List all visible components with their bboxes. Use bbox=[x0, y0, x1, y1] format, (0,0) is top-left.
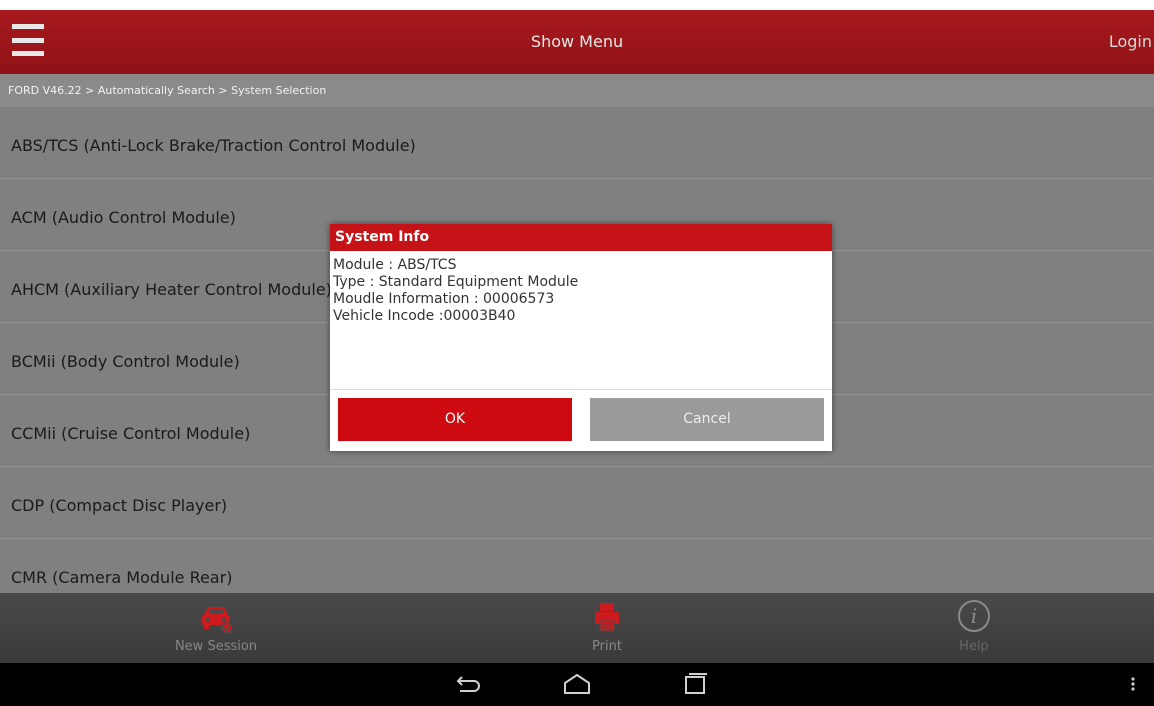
type-line: Type : Standard Equipment Module bbox=[333, 274, 579, 290]
top-bar: Show Menu Login bbox=[0, 0, 1154, 74]
printer-icon bbox=[595, 603, 619, 632]
android-nav-bar bbox=[0, 663, 1154, 706]
breadcrumb: FORD V46.22 > Automatically Search > Sys… bbox=[0, 74, 1154, 107]
list-item[interactable]: ABS/TCS (Anti-Lock Brake/Traction Contro… bbox=[0, 107, 1154, 179]
list-item[interactable]: CMR (Camera Module Rear) bbox=[0, 539, 1154, 593]
ok-button[interactable]: OK bbox=[338, 398, 572, 441]
show-menu-title[interactable]: Show Menu bbox=[0, 10, 1154, 74]
help-label: Help bbox=[959, 639, 989, 654]
print-label: Print bbox=[592, 639, 622, 654]
recents-icon[interactable] bbox=[680, 671, 710, 697]
dialog-title: System Info bbox=[330, 224, 832, 251]
car-icon bbox=[202, 607, 233, 634]
dialog-body: Module : ABS/TCS Type : Standard Equipme… bbox=[330, 251, 832, 389]
home-icon[interactable] bbox=[562, 671, 592, 697]
new-session-button[interactable]: New Session bbox=[116, 593, 316, 663]
module-line: Module : ABS/TCS bbox=[333, 257, 457, 273]
system-info-dialog: System Info Module : ABS/TCS Type : Stan… bbox=[330, 224, 832, 451]
login-link[interactable]: Login bbox=[1109, 10, 1154, 74]
new-session-label: New Session bbox=[174, 639, 258, 654]
divider bbox=[330, 389, 832, 390]
overflow-menu-icon[interactable] bbox=[1118, 671, 1148, 697]
help-button[interactable]: i Help bbox=[874, 593, 1074, 663]
back-icon[interactable] bbox=[452, 671, 482, 697]
cancel-button[interactable]: Cancel bbox=[590, 398, 824, 441]
bottom-toolbar: New Session Print i Help bbox=[0, 593, 1154, 663]
info-icon: i bbox=[958, 600, 990, 632]
list-item[interactable]: CDP (Compact Disc Player) bbox=[0, 467, 1154, 539]
print-button[interactable]: Print bbox=[507, 593, 707, 663]
vehicle-incode-line: Vehicle Incode :00003B40 bbox=[333, 308, 516, 324]
svg-text:i: i bbox=[971, 604, 977, 628]
module-info-line: Moudle Information : 00006573 bbox=[333, 291, 555, 307]
